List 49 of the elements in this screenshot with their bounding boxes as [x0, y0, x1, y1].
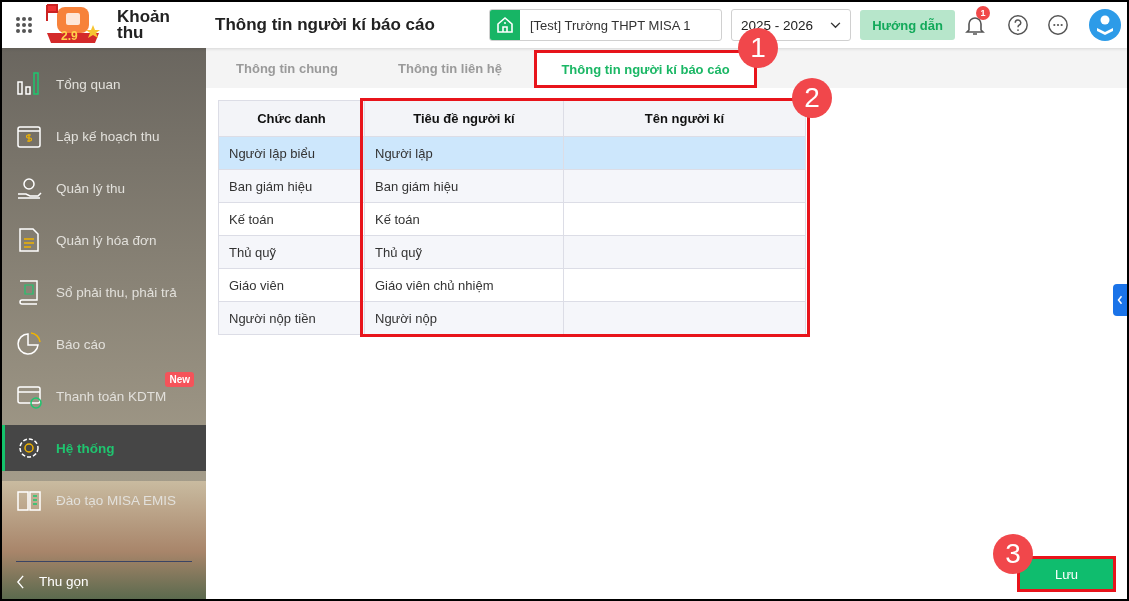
- guide-button[interactable]: Hướng dẫn: [860, 10, 955, 40]
- table-cell: Người nộp: [364, 301, 564, 335]
- sidebar-item[interactable]: Tổng quan: [2, 58, 206, 110]
- pie-icon: [15, 330, 43, 358]
- more-icon[interactable]: [1047, 14, 1069, 36]
- app-logo: 2.9: [41, 3, 105, 47]
- column-header: Tên người kí: [563, 100, 806, 137]
- sidebar-item[interactable]: Sổ phải thu, phải trả: [2, 266, 206, 318]
- page-title: Thông tin người kí báo cáo: [215, 15, 436, 35]
- table-cell: Giáo viên chủ nhiệm: [364, 268, 564, 302]
- annotation-marker: 3: [993, 534, 1033, 574]
- column-header: Chức danh: [218, 100, 365, 137]
- table-row[interactable]: Kế toán Kế toán: [218, 202, 806, 236]
- table-cell: Người lập biểu: [218, 136, 365, 170]
- table-cell: Người nộp tiền: [218, 301, 365, 335]
- sidebar-item[interactable]: Lập kế hoạch thu: [2, 110, 206, 162]
- table-cell: Ban giám hiệu: [364, 169, 564, 203]
- table-row[interactable]: Giáo viên Giáo viên chủ nhiệm: [218, 268, 806, 302]
- column-header: Tiêu đề người kí: [364, 100, 564, 137]
- tab[interactable]: Thông tin liên hệ: [372, 48, 528, 88]
- school-selector[interactable]: [Test] Trường THPT MISA 1: [489, 9, 722, 41]
- sidebar-item[interactable]: Hệ thống: [2, 425, 206, 471]
- apps-grid-icon[interactable]: [15, 16, 33, 34]
- table-row[interactable]: Người nộp tiền Người nộp: [218, 301, 806, 335]
- tab[interactable]: Thông tin chung: [212, 48, 362, 88]
- table-row[interactable]: Người lập biểu Người lập: [218, 136, 806, 170]
- table-cell: Kế toán: [364, 202, 564, 236]
- sidebar-item[interactable]: Báo cáo: [2, 318, 206, 370]
- user-avatar-icon[interactable]: [1089, 9, 1121, 41]
- expand-panel-button[interactable]: [1113, 284, 1127, 316]
- new-badge: New: [165, 372, 194, 387]
- notification-badge: 1: [976, 6, 990, 20]
- collapse-button[interactable]: Thu gọn: [16, 561, 192, 589]
- table-cell: Ban giám hiệu: [218, 169, 365, 203]
- sidebar-item[interactable]: Quản lý hóa đơn: [2, 214, 206, 266]
- chevron-left-icon: [1117, 295, 1123, 305]
- table-cell: Thủ quỹ: [364, 235, 564, 269]
- home-icon: [495, 15, 515, 35]
- table-cell: Người lập: [364, 136, 564, 170]
- save-button[interactable]: Lưu: [1020, 559, 1113, 589]
- chevron-down-icon: [830, 21, 841, 29]
- sidebar-item[interactable]: Quản lý thu: [2, 162, 206, 214]
- table-cell: Thủ quỹ: [218, 235, 365, 269]
- sidebar-item[interactable]: Thanh toán KDTM New: [2, 370, 206, 422]
- table-row[interactable]: Ban giám hiệu Ban giám hiệu: [218, 169, 806, 203]
- chevron-left-icon: [16, 574, 25, 589]
- app-name: Khoản thu: [117, 9, 171, 41]
- help-icon[interactable]: [1007, 14, 1029, 36]
- table-row[interactable]: Thủ quỹ Thủ quỹ: [218, 235, 806, 269]
